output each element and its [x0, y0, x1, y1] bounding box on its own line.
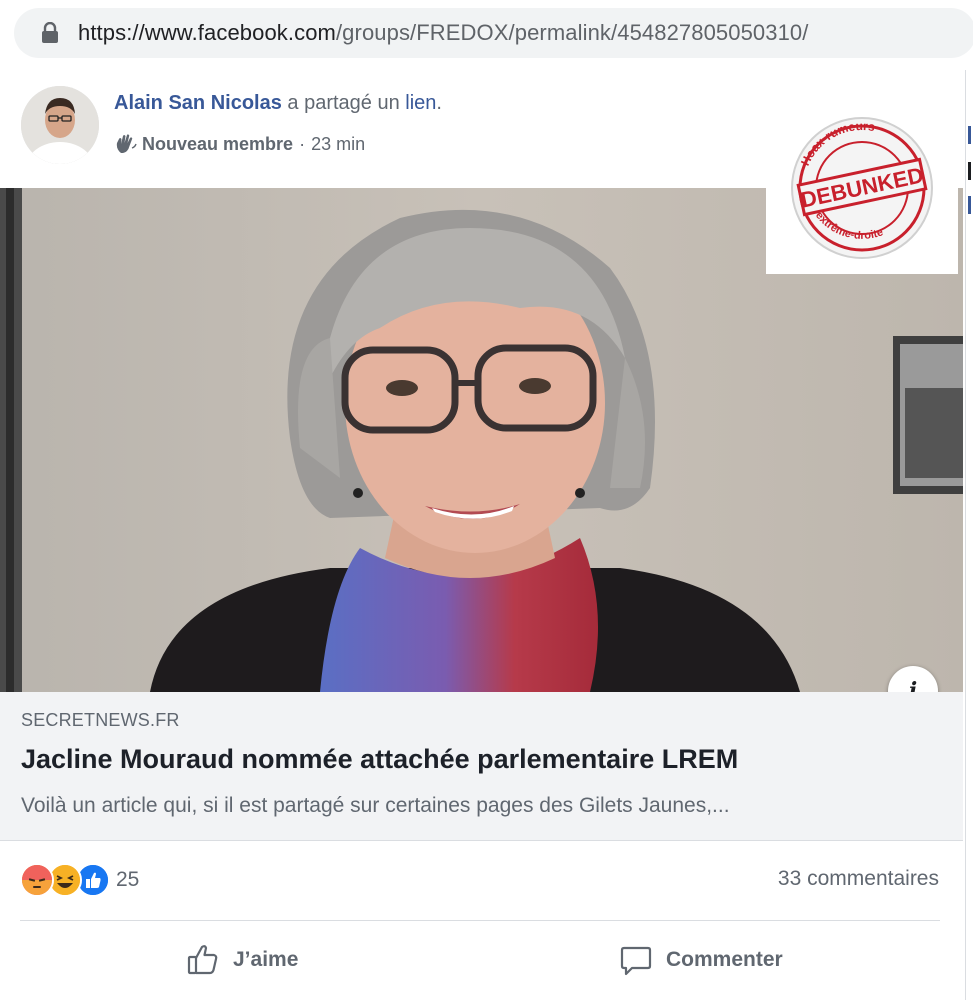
- comment-button[interactable]: Commenter: [618, 938, 783, 982]
- url-path: /groups/FREDOX/permalink/454827805050310…: [335, 20, 809, 45]
- share-action-text: a partagé un: [281, 92, 406, 114]
- comment-icon: [620, 946, 652, 976]
- reaction-count: 25: [116, 868, 140, 891]
- author-name[interactable]: Alain San Nicolas: [114, 92, 282, 114]
- post-timestamp[interactable]: 23 min: [311, 134, 365, 155]
- thumbs-up-icon: [187, 945, 218, 975]
- wave-hand-icon: [116, 134, 137, 153]
- share-action-end: .: [436, 92, 442, 114]
- post-header: Alain San Nicolas a partagé un lien.: [114, 92, 442, 115]
- reactions-summary[interactable]: 25: [20, 863, 140, 897]
- actions-divider: [20, 920, 940, 921]
- post-meta: Nouveau membre · 23 min: [114, 133, 365, 155]
- like-label: J’aime: [233, 948, 299, 971]
- comments-count[interactable]: 33 commentaires: [778, 867, 939, 891]
- preview-domain: SECRETNEWS.FR: [21, 710, 180, 730]
- like-button[interactable]: J’aime: [185, 938, 298, 982]
- link-preview[interactable]: SECRETNEWS.FR Jacline Mouraud nommée att…: [0, 692, 963, 841]
- url-text: https://www.facebook.com/groups/FREDOX/p…: [78, 20, 808, 46]
- debunked-stamp: Hoax-rumeurs d'extrême-droite DEBUNKED: [766, 96, 958, 274]
- angry-reaction-icon: [20, 863, 54, 897]
- comment-label: Commenter: [666, 948, 783, 971]
- preview-headline[interactable]: Jacline Mouraud nommée attachée parlemen…: [21, 744, 738, 775]
- url-domain: https://www.facebook.com: [78, 20, 336, 45]
- avatar-image: [21, 86, 99, 164]
- edge-fragments: [968, 126, 971, 214]
- shared-link-word[interactable]: lien: [405, 92, 436, 114]
- meta-separator: ·: [299, 133, 306, 154]
- member-badge[interactable]: Nouveau membre: [142, 134, 293, 155]
- address-bar[interactable]: https://www.facebook.com/groups/FREDOX/p…: [14, 8, 973, 58]
- lock-icon: [42, 22, 58, 43]
- preview-description: Voilà un article qui, si il est partagé …: [21, 794, 730, 817]
- avatar[interactable]: [21, 86, 99, 164]
